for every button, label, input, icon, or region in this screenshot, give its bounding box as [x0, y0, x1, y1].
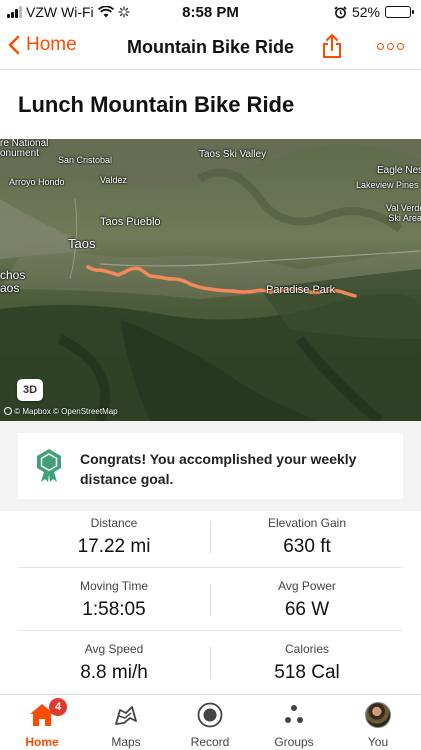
- battery-percent: 52%: [351, 4, 380, 20]
- more-dot-icon: [377, 43, 384, 50]
- map-attribution-text: © Mapbox © OpenStreetMap: [14, 407, 118, 416]
- tab-bar: 4 Home Maps Record Groups You: [0, 694, 421, 750]
- more-dot-icon: [397, 43, 404, 50]
- status-right: 52%: [334, 4, 414, 20]
- profile-avatar: [365, 702, 391, 728]
- goal-card[interactable]: Congrats! You accomplished your weekly d…: [18, 433, 403, 499]
- record-icon: [194, 701, 226, 729]
- map-label-arroyo-hondo: Arroyo Hondo: [9, 177, 65, 187]
- stat-label: Avg Power: [278, 579, 336, 593]
- map-label-eagle-nest: Eagle Nest: [377, 165, 421, 176]
- stat-value: 66 W: [284, 599, 330, 620]
- map-label-taos: Taos: [68, 236, 96, 251]
- tab-maps[interactable]: Maps: [84, 695, 168, 750]
- goal-achievement-icon: [37, 449, 61, 482]
- stats-row: Distance 17.22 mi Elevation Gain 630 ft: [18, 505, 403, 568]
- stats-row: Moving Time 1:58:05 Avg Power 66 W: [18, 568, 403, 631]
- more-options-button[interactable]: [377, 43, 404, 50]
- share-button[interactable]: [322, 33, 342, 64]
- tab-label: Maps: [111, 735, 141, 749]
- stat-value: 17.22 mi: [77, 536, 151, 557]
- stat-label: Calories: [284, 642, 329, 656]
- map-label-san-cristobal: San Cristobal: [58, 155, 113, 165]
- map-label-taos-pueblo: Taos Pueblo: [100, 216, 161, 228]
- map-label-lakeview-pines: Lakeview Pines: [356, 180, 419, 190]
- stat-elevation-gain: Elevation Gain 630 ft: [211, 505, 403, 558]
- stat-label: Distance: [90, 516, 138, 530]
- info-icon: [4, 407, 12, 415]
- stat-value: 518 Cal: [274, 662, 340, 683]
- stat-avg-speed: Avg Speed 8.8 mi/h: [18, 631, 210, 684]
- status-bar: VZW Wi-Fi 8:58 PM 52%: [0, 0, 421, 24]
- map-label-val-verde: Val Verde Ski Area: [386, 203, 421, 223]
- stats-row: Avg Speed 8.8 mi/h Calories 518 Cal: [18, 631, 403, 694]
- avatar: [362, 701, 394, 729]
- stats-grid: Distance 17.22 mi Elevation Gain 630 ft …: [18, 505, 403, 694]
- tab-label: Groups: [274, 735, 314, 749]
- map-attribution[interactable]: © Mapbox © OpenStreetMap: [4, 407, 118, 416]
- stat-value: 8.8 mi/h: [80, 662, 148, 683]
- chevron-left-icon: [8, 35, 20, 55]
- stat-calories: Calories 518 Cal: [211, 631, 403, 684]
- map-label-taos-ski-valley: Taos Ski Valley: [199, 149, 267, 160]
- tab-label: Record: [190, 735, 230, 749]
- stat-value: 1:58:05: [82, 599, 146, 620]
- more-dot-icon: [387, 43, 394, 50]
- tab-label: You: [367, 735, 389, 749]
- stat-value: 630 ft: [283, 536, 331, 557]
- tab-groups[interactable]: Groups: [252, 695, 336, 750]
- map-icon: [110, 701, 142, 729]
- map-label-ranchos: chos aos: [0, 268, 26, 295]
- nav-bar: Home Mountain Bike Ride: [0, 24, 421, 70]
- stat-label: Avg Speed: [84, 642, 144, 656]
- tab-home[interactable]: 4 Home: [0, 695, 84, 750]
- map-label-national-monument: re National onument: [0, 139, 49, 159]
- groups-icon: [278, 701, 310, 729]
- map-label-paradise-park: Paradise Park: [266, 284, 336, 296]
- tab-you[interactable]: You: [336, 695, 420, 750]
- alarm-icon: [334, 5, 347, 18]
- back-button-label: Home: [26, 34, 77, 55]
- tab-label: Home: [25, 735, 59, 749]
- stat-distance: Distance 17.22 mi: [18, 505, 210, 558]
- map-3d-toggle-button[interactable]: 3D: [17, 379, 43, 401]
- back-button[interactable]: Home: [8, 34, 77, 56]
- notification-badge: 4: [49, 698, 67, 716]
- battery-icon: [385, 6, 414, 18]
- stat-moving-time: Moving Time 1:58:05: [18, 568, 210, 621]
- route-map[interactable]: re National onument San Cristobal Taos S…: [0, 139, 421, 421]
- map-label-valdez: Valdez: [100, 175, 127, 185]
- stat-label: Elevation Gain: [267, 516, 347, 530]
- activity-title: Lunch Mountain Bike Ride: [18, 92, 295, 117]
- stat-avg-power: Avg Power 66 W: [211, 568, 403, 621]
- tab-record[interactable]: Record: [168, 695, 252, 750]
- share-icon: [323, 34, 341, 58]
- goal-message: Congrats! You accomplished your weekly d…: [80, 451, 357, 487]
- stat-label: Moving Time: [79, 579, 149, 593]
